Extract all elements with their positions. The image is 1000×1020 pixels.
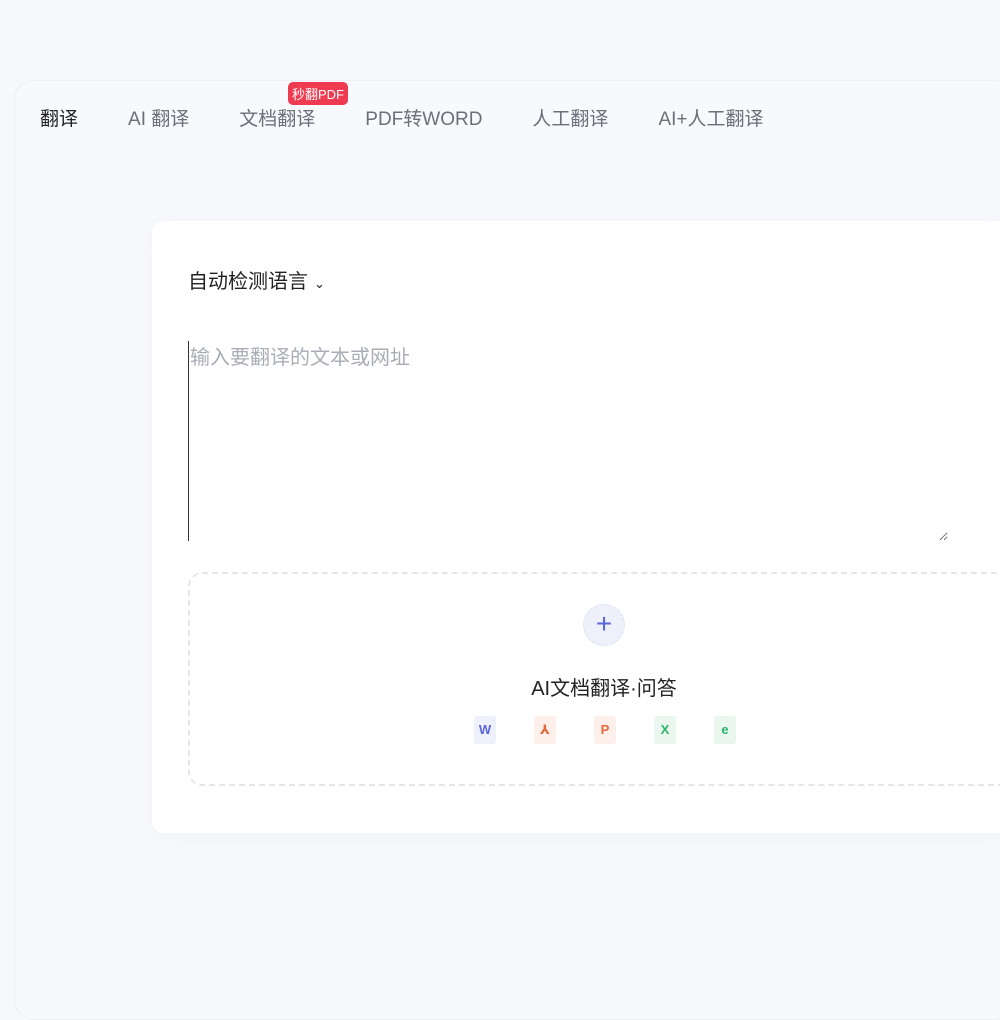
tab-ai-human-translate[interactable]: AI+人工翻译 — [658, 104, 763, 131]
document-upload-zone[interactable]: + AI文档翻译·问答 W ⅄ P Xe — [188, 572, 1000, 786]
chevron-down-icon: ⌄ — [314, 276, 325, 291]
upload-title: AI文档翻译·问答 — [531, 678, 677, 700]
source-text-input[interactable] — [188, 341, 948, 541]
file-type-icons: W ⅄ P Xe — [474, 716, 736, 744]
epub-file-icon: e — [714, 716, 736, 744]
tab-document-translate[interactable]: 文档翻译 — [239, 104, 315, 131]
tab-pdf-to-word[interactable]: PDF转WORD — [365, 104, 482, 131]
tab-human-translate[interactable]: 人工翻译 — [532, 104, 608, 131]
plus-icon[interactable]: + — [583, 604, 625, 646]
word-file-icon: W — [474, 716, 496, 744]
source-language-label: 自动检测语言 — [188, 271, 308, 293]
pdf-file-icon: ⅄ — [534, 716, 556, 744]
excel-file-icon: X — [654, 716, 676, 744]
tab-ai-translate[interactable]: AI 翻译 — [128, 104, 189, 131]
tab-bar: 翻译 AI 翻译 文档翻译 PDF转WORD 人工翻译 AI+人工翻译 — [40, 104, 814, 131]
ppt-file-icon: P — [594, 716, 616, 744]
promo-badge: 秒翻PDF — [288, 82, 349, 105]
translate-card: 自动检测语言 ⌄ + AI文档翻译·问答 W ⅄ P Xe — [152, 221, 1000, 833]
tab-translate[interactable]: 翻译 — [40, 104, 78, 131]
source-language-select[interactable]: 自动检测语言 ⌄ — [188, 265, 325, 294]
